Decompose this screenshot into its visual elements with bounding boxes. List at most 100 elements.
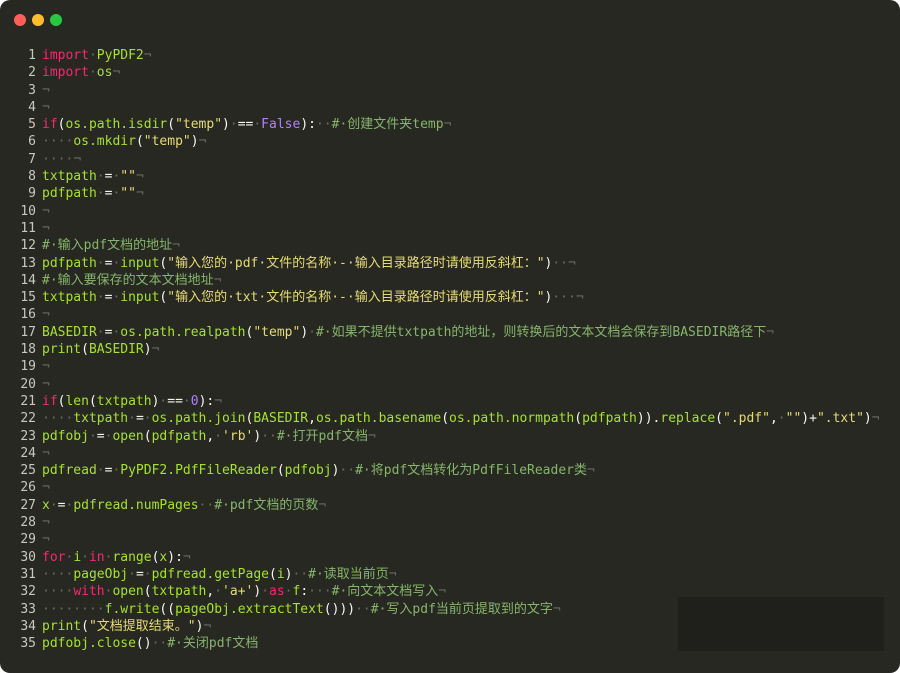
line-content: ····os.mkdir("temp")¬	[42, 133, 206, 150]
code-token: BASEDIR	[253, 411, 309, 427]
code-token: ¬	[388, 566, 397, 582]
code-token: 'rb'	[222, 428, 254, 444]
code-token: ·	[88, 428, 97, 444]
code-token: #·输入pdf文档的地址	[42, 238, 173, 254]
code-token: pdfread	[42, 463, 97, 479]
line-number: 27	[20, 497, 36, 513]
dark-overlay-panel	[678, 597, 884, 651]
code-token: #·如果不提供txtpath的地址，则转换后的文本文档会保存到BASEDIR路径…	[315, 324, 767, 340]
code-token: (	[715, 411, 723, 427]
line-number: 26	[20, 480, 36, 496]
line-number: 12	[20, 238, 36, 254]
code-token: ==	[167, 393, 183, 409]
code-token: ¬	[42, 359, 50, 375]
line-content: import·os¬	[42, 64, 120, 81]
line-content: ····with·open(txtpath,·'a+')·as·f:···#·向…	[42, 583, 446, 600]
line-content: txtpath·=·input("输入您的·txt·文件的名称·-·输入目录路径…	[42, 289, 584, 306]
line-content: ····txtpath·=·os.path.join(BASEDIR,os.pa…	[42, 410, 880, 427]
line-number: 28	[20, 515, 36, 531]
code-token: input	[120, 255, 160, 271]
code-token: import	[42, 65, 89, 81]
line-content: ¬	[42, 220, 50, 237]
line-number: 7	[28, 151, 36, 167]
line-content: ¬	[42, 445, 50, 462]
code-token: PyPDF2	[96, 48, 144, 63]
code-token: pdfobj	[42, 428, 89, 444]
code-token: ··	[198, 497, 215, 513]
code-token: )	[253, 428, 262, 444]
close-window-button[interactable]	[14, 14, 26, 26]
code-token: txtpath	[42, 290, 97, 306]
code-token: ¬	[203, 618, 212, 634]
code-token: ·	[182, 393, 191, 409]
line-number: 21	[20, 393, 36, 409]
code-token: "temp"	[143, 134, 191, 150]
line-content: print("文档提取结束。")¬	[42, 618, 211, 635]
line-number: 13	[20, 255, 36, 271]
code-token: ¬	[151, 342, 160, 358]
code-token: ¬	[42, 99, 50, 115]
code-token: ¬	[367, 428, 376, 444]
code-token: os	[96, 65, 113, 81]
line-number: 33	[20, 601, 36, 617]
code-token: ¬	[42, 82, 50, 98]
line-number: 34	[20, 618, 36, 634]
code-token: (	[143, 428, 152, 444]
code-token: ·	[284, 584, 293, 600]
line-content: #·输入要保存的文本文档地址¬	[42, 272, 221, 289]
code-token: ·	[214, 584, 223, 600]
code-token: ¬	[438, 584, 447, 600]
line-content: ····pageObj·=·pdfread.getPage(i)··#·读取当前…	[42, 566, 397, 583]
code-token: pdfread.getPage	[151, 566, 269, 582]
code-token: open	[112, 584, 144, 600]
code-token: (	[143, 584, 152, 600]
code-token: pdfpath	[582, 411, 637, 427]
code-token: import	[42, 48, 89, 63]
code-token: ·	[229, 117, 238, 133]
code-token: ¬	[198, 134, 207, 150]
code-token: ·	[214, 428, 223, 444]
code-token: ):	[198, 393, 215, 409]
code-token: i	[73, 549, 82, 565]
line-number: 8	[28, 169, 36, 185]
code-token: "输入您的·txt·文件的名称·-·输入目录路径时请使用反斜杠："	[167, 290, 545, 306]
code-token: )	[300, 324, 309, 340]
code-token: ·	[96, 169, 105, 185]
code-token: ··	[355, 601, 371, 617]
code-token: ····	[42, 584, 74, 600]
code-token: #·读取当前页	[308, 566, 389, 582]
code-token: PyPDF2.PdfFileReader	[120, 463, 277, 479]
code-token: )	[143, 342, 152, 358]
code-token: pdfpath	[42, 255, 97, 271]
code-token: BASEDIR	[42, 324, 97, 340]
code-token: :	[300, 584, 309, 600]
code-token: (	[88, 393, 97, 409]
line-number: 25	[20, 463, 36, 479]
code-token: =	[96, 428, 105, 444]
code-token: ··	[292, 566, 309, 582]
code-token: as	[269, 584, 285, 600]
code-token: for	[42, 549, 66, 565]
maximize-window-button[interactable]	[50, 14, 62, 26]
code-token: ··	[151, 636, 168, 652]
line-content: txtpath·=·""¬	[42, 168, 144, 185]
line-number: 20	[20, 376, 36, 392]
code-token: #·创建文件夹temp	[331, 117, 444, 133]
code-token: ""	[785, 411, 802, 427]
code-token: ¬	[135, 186, 144, 202]
code-token: ¬	[42, 445, 50, 461]
code-token: ·	[143, 411, 152, 427]
minimize-window-button[interactable]	[32, 14, 44, 26]
code-token: ¬	[766, 324, 775, 340]
code-token: ==	[237, 117, 254, 133]
code-token: pdfpath	[151, 428, 207, 444]
line-number: 23	[20, 428, 36, 444]
code-token: ·	[253, 117, 262, 133]
code-token: (	[269, 566, 277, 582]
line-content: ········f.write((pageObj.extractText()))…	[42, 601, 561, 618]
code-token: 'a+'	[222, 584, 254, 600]
code-token: ):	[300, 117, 316, 133]
code-token: BASEDIR	[88, 342, 144, 358]
code-token: ¬	[443, 117, 452, 133]
code-token: ¬	[575, 290, 584, 306]
